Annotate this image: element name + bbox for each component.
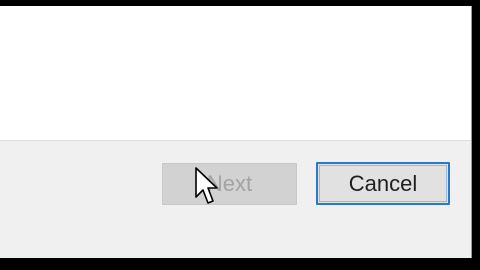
- screen-background: [0, 258, 480, 270]
- next-button[interactable]: Next: [162, 163, 297, 205]
- cancel-button-label: Cancel: [348, 170, 418, 196]
- dialog-content-area: [0, 6, 472, 140]
- cancel-button[interactable]: Cancel: [316, 162, 450, 205]
- dialog-button-bar: Next Cancel: [0, 141, 472, 258]
- wizard-dialog: Next Cancel: [0, 6, 472, 258]
- next-button-label: Next: [206, 171, 253, 196]
